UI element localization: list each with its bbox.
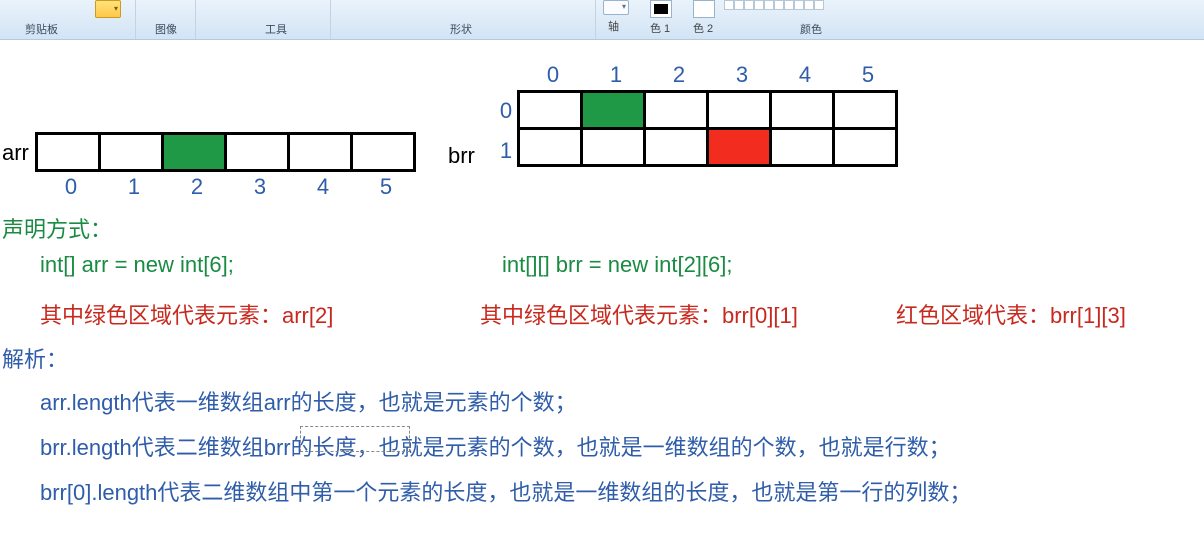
brr-declaration: int[][] brr = new int[2][6]; — [502, 252, 733, 278]
arr-grid — [38, 132, 416, 172]
parse-line-0: arr.length代表一维数组arr的长度，也就是元素的个数； — [40, 385, 577, 417]
brr-col-index: 2 — [646, 62, 712, 88]
ribbon-group-tools: 工具 — [265, 21, 287, 37]
arr-cell — [98, 132, 164, 172]
parse-line-2: brr[0].length代表二维数组中第一个元素的长度，也就是一维数组的长度，… — [40, 475, 971, 507]
canvas: arr 012345 brr 012345 01 声明方式： int[] arr… — [0, 40, 1204, 540]
ribbon-sep — [195, 0, 196, 39]
brr-cell — [832, 127, 898, 167]
brr-cell — [769, 127, 835, 167]
arr-declaration: int[] arr = new int[6]; — [40, 252, 234, 278]
ribbon-sep — [330, 0, 331, 39]
brr-cell — [769, 90, 835, 130]
paint-selection[interactable] — [300, 426, 410, 452]
brr-col-index: 3 — [709, 62, 775, 88]
arr-index: 3 — [227, 174, 293, 200]
brr-cell — [643, 127, 709, 167]
color-swatches[interactable] — [724, 0, 944, 13]
brr-green-desc: 其中绿色区域代表元素：brr[0][1] — [480, 298, 798, 330]
ribbon: 轴 色 1 色 2 剪贴板 图像 工具 形状 颜色 — [0, 0, 1204, 40]
arr-index: 4 — [290, 174, 356, 200]
brr-red-desc: 红色区域代表：brr[1][3] — [896, 298, 1126, 330]
axis-label: 轴 — [608, 18, 619, 34]
axis-dropdown[interactable] — [603, 0, 629, 15]
ribbon-group-clipboard: 剪贴板 — [25, 21, 58, 37]
brr-grid — [520, 90, 898, 167]
arr-index: 2 — [164, 174, 230, 200]
ribbon-group-image: 图像 — [155, 21, 177, 37]
arr-cell — [287, 132, 353, 172]
color1-label: 色 1 — [650, 20, 670, 36]
ribbon-sep — [135, 0, 136, 39]
arr-cell — [35, 132, 101, 172]
arr-index: 0 — [38, 174, 104, 200]
arr-green-desc: 其中绿色区域代表元素：arr[2] — [40, 298, 333, 330]
brr-cell — [832, 90, 898, 130]
arr-index: 5 — [353, 174, 419, 200]
parse-title: 解析： — [2, 342, 68, 374]
parse-line-1: brr.length代表二维数组brr的长度，也就是元素的个数，也就是一维数组的… — [40, 430, 951, 462]
brr-cell — [580, 127, 646, 167]
brr-cell — [643, 90, 709, 130]
brr-row-index: 0 — [496, 98, 516, 124]
arr-cell — [161, 132, 227, 172]
paste-dropdown[interactable] — [95, 0, 121, 18]
brr-label: brr — [448, 143, 475, 169]
arr-label: arr — [2, 140, 29, 166]
ribbon-group-colors: 颜色 — [800, 21, 822, 37]
brr-row-index: 1 — [496, 138, 516, 164]
color2-label: 色 2 — [693, 20, 713, 36]
brr-cell — [706, 127, 772, 167]
brr-cell — [517, 127, 583, 167]
color1-button[interactable] — [650, 0, 672, 18]
brr-cell — [580, 90, 646, 130]
arr-cell — [350, 132, 416, 172]
brr-col-index: 5 — [835, 62, 901, 88]
arr-index: 1 — [101, 174, 167, 200]
brr-col-index: 0 — [520, 62, 586, 88]
color2-button[interactable] — [693, 0, 715, 18]
ribbon-sep — [595, 0, 596, 39]
declaration-title: 声明方式： — [2, 212, 112, 244]
arr-cell — [224, 132, 290, 172]
brr-col-index: 1 — [583, 62, 649, 88]
brr-col-index: 4 — [772, 62, 838, 88]
brr-cell — [706, 90, 772, 130]
ribbon-group-shapes: 形状 — [450, 21, 472, 37]
brr-cell — [517, 90, 583, 130]
